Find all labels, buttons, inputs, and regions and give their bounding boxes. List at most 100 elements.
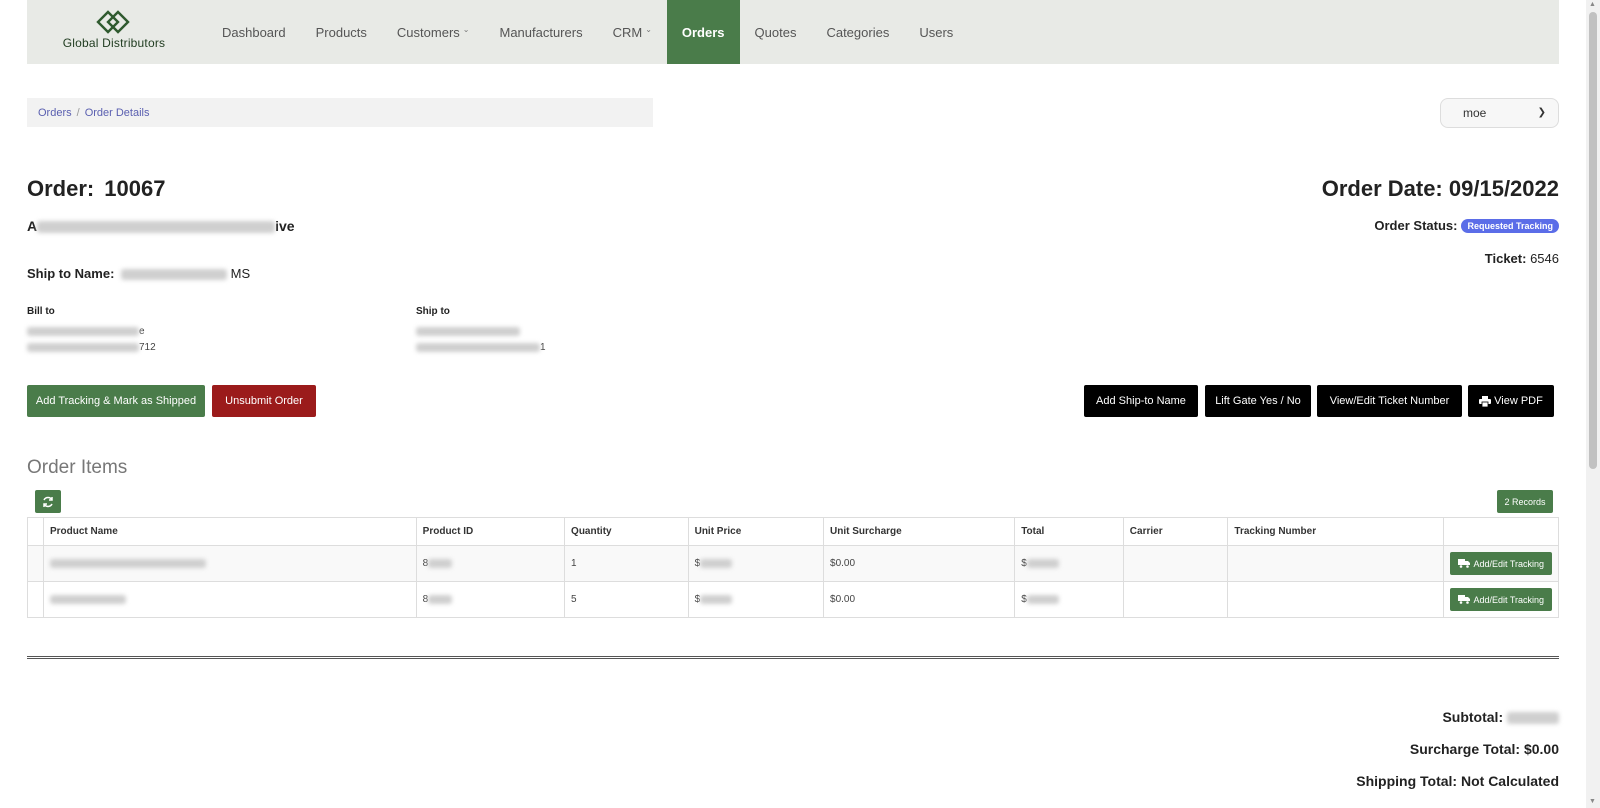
- view-edit-ticket-button[interactable]: View/Edit Ticket Number: [1317, 385, 1462, 417]
- row-select-cell[interactable]: [27, 581, 44, 618]
- order-status: Order Status: Requested Tracking: [1374, 218, 1559, 233]
- ship-to-name: Ship to Name: MS: [27, 266, 250, 281]
- bill-to-line: 712: [27, 342, 156, 353]
- nav-users[interactable]: Users: [904, 0, 968, 64]
- scrollbar-thumb[interactable]: [1589, 12, 1597, 469]
- bill-to-label: Bill to: [27, 306, 55, 317]
- table-row: 8 5 $ $0.00 $ Add/Edit Tracking: [27, 581, 1559, 618]
- product-id-cell: 8: [415, 545, 566, 582]
- nav-products[interactable]: Products: [301, 0, 382, 64]
- records-count-badge: 2 Records: [1497, 490, 1553, 513]
- add-edit-tracking-button[interactable]: Add/Edit Tracking: [1450, 552, 1552, 575]
- redacted-text: [428, 558, 453, 568]
- redacted-text: [428, 594, 453, 604]
- redacted-text: [27, 326, 139, 336]
- carrier-cell: [1122, 581, 1229, 618]
- unit-price-cell: $: [687, 545, 825, 582]
- unit-surcharge-cell: $0.00: [823, 581, 1016, 618]
- redacted-text: [49, 558, 206, 568]
- page-scrollbar[interactable]: ▲ ▼: [1586, 0, 1600, 808]
- nav-categories[interactable]: Categories: [811, 0, 904, 64]
- column-header-unit-price[interactable]: Unit Price: [687, 517, 825, 546]
- tracking-number-cell: [1227, 581, 1445, 618]
- surcharge-total-label: Surcharge Total:: [1409, 741, 1521, 757]
- lift-gate-button[interactable]: Lift Gate Yes / No: [1205, 385, 1311, 417]
- customer-name: Aive: [27, 218, 295, 234]
- brand[interactable]: Global Distributors: [58, 10, 170, 50]
- quantity-cell: 5: [564, 581, 689, 618]
- redacted-text: [416, 326, 520, 336]
- truck-icon: [1458, 559, 1471, 568]
- product-name-cell: [42, 545, 417, 582]
- column-header-product-name[interactable]: Product Name: [42, 517, 417, 546]
- row-select-cell[interactable]: [27, 545, 44, 582]
- column-header-tracking-number[interactable]: Tracking Number: [1227, 517, 1445, 546]
- product-id-cell: 8: [415, 581, 566, 618]
- breadcrumb-order-details[interactable]: Order Details: [85, 107, 150, 119]
- actions-cell: Add/Edit Tracking: [1443, 581, 1559, 618]
- shipping-total: Shipping Total: Not Calculated: [1356, 773, 1559, 789]
- ticket-number: 6546: [1530, 251, 1559, 266]
- view-pdf-label: View PDF: [1494, 395, 1543, 407]
- redacted-text: [27, 342, 139, 352]
- brand-name: Global Distributors: [62, 36, 166, 50]
- nav-crm[interactable]: CRM ⌄: [598, 0, 667, 64]
- order-date-value: 09/15/2022: [1448, 176, 1559, 201]
- view-pdf-button[interactable]: View PDF: [1468, 385, 1554, 417]
- redacted-text: [416, 342, 540, 352]
- user-select-value: moe: [1463, 106, 1487, 120]
- tracking-number-cell: [1227, 545, 1445, 582]
- nav-customers[interactable]: Customers ⌄: [382, 0, 485, 64]
- unit-surcharge-cell: $0.00: [823, 545, 1016, 582]
- redacted-text: [700, 594, 733, 604]
- ship-to-line: [416, 326, 520, 337]
- nav-orders[interactable]: Orders: [666, 0, 740, 64]
- ticket-label: Ticket:: [1484, 251, 1527, 266]
- scroll-up-icon[interactable]: ▲: [1589, 1, 1596, 8]
- table-header-row: Product Name Product ID Quantity Unit Pr…: [27, 517, 1559, 546]
- actions-cell: Add/Edit Tracking: [1443, 545, 1559, 582]
- order-title: Order: 10067: [27, 176, 165, 202]
- add-ship-to-name-button[interactable]: Add Ship-to Name: [1084, 385, 1198, 417]
- redacted-text: [121, 269, 228, 281]
- shipping-total-value: Not Calculated: [1460, 773, 1559, 789]
- truck-icon: [1458, 595, 1471, 604]
- chevron-down-icon: ⌄: [462, 24, 470, 34]
- redacted-text: [37, 221, 276, 234]
- redacted-text: [1507, 712, 1559, 725]
- refresh-button[interactable]: [35, 490, 61, 513]
- surcharge-total: Surcharge Total: $0.00: [1410, 741, 1559, 757]
- redacted-text: [700, 558, 733, 568]
- table-row: 8 1 $ $0.00 $ Add/Edit Tracking: [27, 545, 1559, 582]
- column-header-unit-surcharge[interactable]: Unit Surcharge: [823, 517, 1016, 546]
- redacted-text: [49, 594, 126, 604]
- order-date-label: Order Date:: [1321, 176, 1443, 201]
- column-header-product-id[interactable]: Product ID: [415, 517, 566, 546]
- nav-manufacturers[interactable]: Manufacturers: [484, 0, 597, 64]
- column-header-carrier[interactable]: Carrier: [1122, 517, 1229, 546]
- column-header-quantity[interactable]: Quantity: [564, 517, 689, 546]
- add-edit-tracking-button[interactable]: Add/Edit Tracking: [1450, 588, 1552, 611]
- redacted-text: [1026, 594, 1059, 604]
- chevron-down-icon: ❯: [1537, 107, 1546, 118]
- ship-to-name-label: Ship to Name:: [27, 266, 115, 281]
- unsubmit-order-button[interactable]: Unsubmit Order: [212, 385, 316, 417]
- top-navbar: Global Distributors Dashboard Products C…: [27, 0, 1559, 64]
- order-status-label: Order Status:: [1374, 218, 1458, 233]
- status-badge: Requested Tracking: [1461, 218, 1559, 233]
- nav-quotes[interactable]: Quotes: [740, 0, 812, 64]
- section-divider: [27, 656, 1559, 659]
- column-header-total[interactable]: Total: [1014, 517, 1124, 546]
- order-items-table: Product Name Product ID Quantity Unit Pr…: [27, 517, 1559, 618]
- column-header-actions: [1443, 517, 1559, 546]
- add-tracking-mark-shipped-button[interactable]: Add Tracking & Mark as Shipped: [27, 385, 205, 417]
- nav-dashboard[interactable]: Dashboard: [207, 0, 301, 64]
- shipping-total-label: Shipping Total:: [1356, 773, 1458, 789]
- user-select[interactable]: moe ❯: [1440, 98, 1559, 128]
- order-date: Order Date: 09/15/2022: [1322, 176, 1559, 202]
- scroll-down-icon[interactable]: ▼: [1589, 798, 1596, 805]
- breadcrumb-orders[interactable]: Orders: [38, 107, 72, 119]
- subtotal: Subtotal:: [1442, 709, 1559, 725]
- unit-price-cell: $: [687, 581, 825, 618]
- column-header-select: [27, 517, 44, 546]
